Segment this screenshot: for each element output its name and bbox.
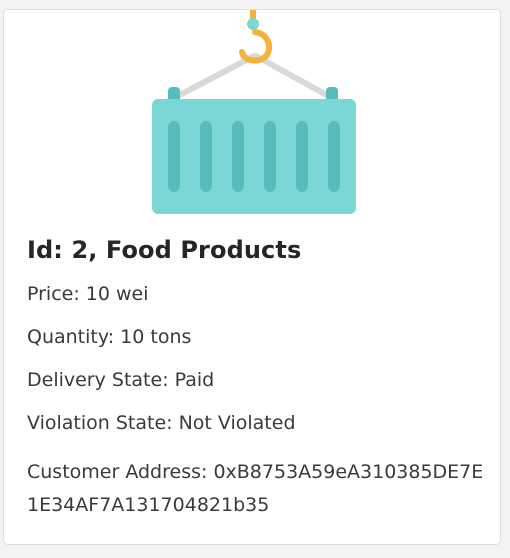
customer-address-text: Customer Address: 0xB8753A59eA310385DE7E… bbox=[27, 461, 484, 516]
cable-right bbox=[253, 53, 335, 101]
delivery-state-text: Delivery State: Paid bbox=[27, 369, 215, 391]
product-card: Id: 2, Food Products Price: 10 wei Quant… bbox=[3, 9, 501, 545]
crane-hook-icon bbox=[239, 10, 273, 64]
price-text: Price: 10 wei bbox=[27, 283, 149, 305]
cable-left bbox=[171, 53, 257, 101]
violation-state-text: Violation State: Not Violated bbox=[27, 412, 296, 434]
shipping-container-icon bbox=[152, 10, 356, 214]
quantity-text: Quantity: 10 tons bbox=[27, 326, 192, 348]
container-body bbox=[152, 99, 356, 214]
card-title: Id: 2, Food Products bbox=[27, 236, 302, 264]
